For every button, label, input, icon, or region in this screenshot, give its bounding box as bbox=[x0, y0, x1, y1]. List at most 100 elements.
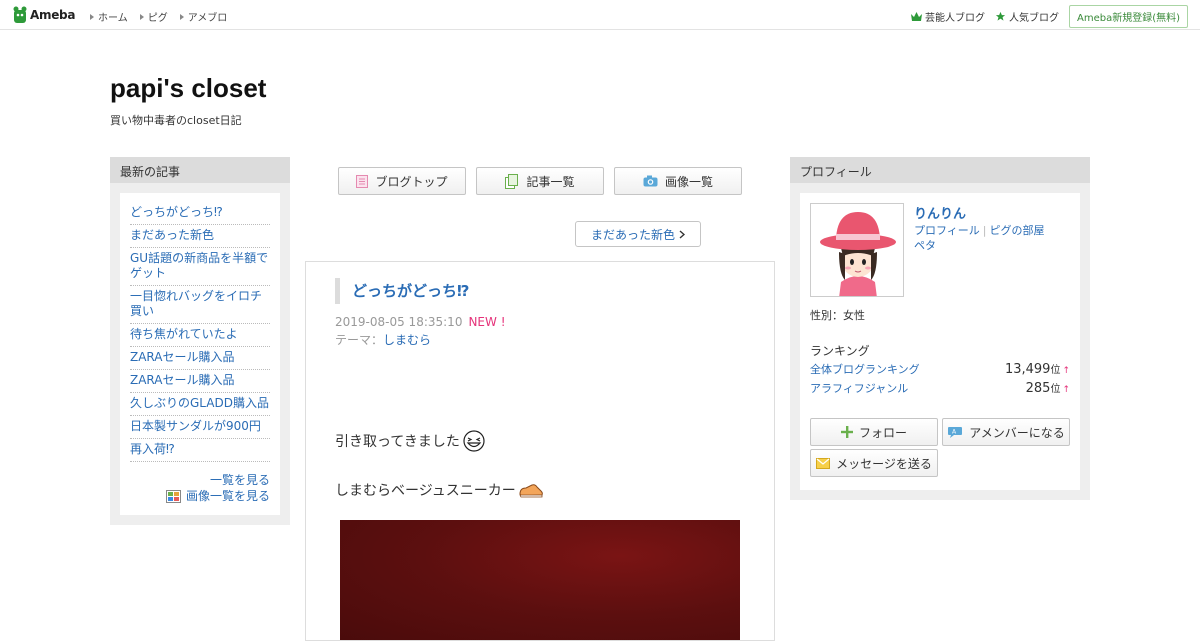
recent-post-link[interactable]: まだあった新色 bbox=[130, 228, 214, 242]
theme-label: テーマ： bbox=[335, 333, 384, 347]
ameba-logo-text: Ameba bbox=[30, 8, 76, 22]
recent-post-link[interactable]: 一目惚れバッグをイロチ買い bbox=[130, 289, 262, 318]
view-list-link[interactable]: 一覧を見る bbox=[210, 472, 270, 488]
nav-ameblo[interactable]: アメブロ bbox=[179, 9, 228, 24]
entry-photo[interactable] bbox=[340, 520, 740, 640]
document-icon bbox=[356, 174, 369, 188]
ranking-unit: 位 bbox=[1050, 384, 1061, 395]
image-list-label: 画像一覧 bbox=[664, 174, 713, 189]
recent-post-link[interactable]: 再入荷⁉ bbox=[130, 442, 175, 456]
popular-blog-label: 人気ブログ bbox=[1008, 13, 1059, 24]
new-badge: NEW ! bbox=[468, 315, 506, 329]
send-message-button[interactable]: メッセージを送る bbox=[810, 449, 938, 477]
recent-post-link[interactable]: 日本製サンダルが900円 bbox=[130, 419, 261, 433]
entry-datetime: 2019-08-05 18:35:10 bbox=[335, 315, 463, 329]
entry-line-1: 引き取ってきました bbox=[335, 430, 486, 452]
camera-icon bbox=[643, 175, 658, 187]
separator: | bbox=[982, 224, 987, 237]
overall-ranking-link[interactable]: 全体ブログランキング bbox=[810, 361, 920, 377]
list-item: 一目惚れバッグをイロチ買い bbox=[130, 286, 270, 324]
recent-posts-body: どっちがどっち⁉ まだあった新色 GU話題の新商品を半額でゲット 一目惚れバッグ… bbox=[120, 193, 280, 515]
recent-post-link[interactable]: どっちがどっち⁉ bbox=[130, 205, 223, 219]
laughing-face-emoji-icon bbox=[463, 430, 485, 452]
ameba-logo[interactable]: Ameba bbox=[13, 6, 75, 24]
entry-list-button[interactable]: 記事一覧 bbox=[476, 167, 604, 195]
profile-name[interactable]: りんりん bbox=[914, 203, 966, 222]
list-item: 久しぶりのGLADD購入品 bbox=[130, 393, 270, 416]
global-header: Ameba ホーム ピグ アメブロ 芸能人ブログ 人気ブログ Ameba新規登録… bbox=[0, 0, 1200, 30]
recent-post-link[interactable]: ZARAセール購入品 bbox=[130, 373, 235, 387]
entry-list-label: 記事一覧 bbox=[526, 174, 575, 189]
genre-ranking-link[interactable]: アラフィフジャンル bbox=[810, 380, 908, 396]
envelope-icon bbox=[816, 457, 831, 469]
profile-body: りんりん プロフィール | ピグの部屋 ペタ 性別：女性 ランキング 全体ブログラン… bbox=[800, 193, 1080, 490]
recent-post-link[interactable]: 待ち焦がれていたよ bbox=[130, 327, 238, 341]
recent-posts-more: 一覧を見る 画像一覧を見る bbox=[130, 472, 270, 504]
list-item: ZARAセール購入品 bbox=[130, 370, 270, 393]
next-entry-button[interactable]: まだあった新色 bbox=[575, 221, 701, 247]
follow-label: フォロー bbox=[858, 425, 907, 440]
ameba-logo-icon bbox=[13, 6, 27, 23]
chevron-right-icon bbox=[679, 229, 685, 239]
amember-label: アメンバーになる bbox=[969, 425, 1065, 440]
celebrity-blog-label: 芸能人ブログ bbox=[924, 13, 985, 24]
profile-link[interactable]: プロフィール bbox=[914, 224, 980, 237]
list-item: GU話題の新商品を半額でゲット bbox=[130, 248, 270, 286]
genre-ranking-value-wrap: 285位 ↑ bbox=[1026, 380, 1070, 396]
overall-ranking-value: 13,499 bbox=[1004, 362, 1051, 377]
documents-icon bbox=[505, 173, 519, 189]
list-item: 再入荷⁉ bbox=[130, 439, 270, 462]
crown-icon bbox=[910, 12, 922, 21]
blog-top-button[interactable]: ブログトップ bbox=[338, 167, 466, 195]
profile-gender: 性別：女性 bbox=[810, 309, 865, 322]
celebrity-blog-link[interactable]: 芸能人ブログ bbox=[910, 9, 985, 24]
ranking-row-genre: アラフィフジャンル 285位 ↑ bbox=[810, 380, 1070, 396]
view-image-list-link[interactable]: 画像一覧を見る bbox=[186, 488, 270, 504]
peta-link[interactable]: ペタ bbox=[914, 239, 936, 252]
profile-heading: プロフィール bbox=[790, 157, 1090, 183]
entry-meta: 2019-08-05 18:35:10 NEW ! bbox=[335, 315, 506, 329]
follow-button[interactable]: フォロー bbox=[810, 418, 938, 446]
nav-ameblo-label: アメブロ bbox=[187, 13, 228, 24]
theme-link[interactable]: しまむら bbox=[383, 333, 431, 347]
rank-up-arrow-icon: ↑ bbox=[1062, 385, 1070, 395]
send-message-label: メッセージを送る bbox=[836, 456, 932, 471]
nav-pigg-label: ピグ bbox=[147, 13, 168, 24]
recent-post-link[interactable]: ZARAセール購入品 bbox=[130, 350, 235, 364]
pigg-room-link[interactable]: ピグの部屋 bbox=[990, 224, 1045, 237]
global-nav: ホーム ピグ アメブロ bbox=[90, 9, 227, 24]
genre-ranking-value: 285 bbox=[1025, 381, 1051, 396]
amember-button[interactable]: A アメンバーになる bbox=[942, 418, 1070, 446]
ranking-heading: ランキング bbox=[810, 344, 870, 358]
profile-widget: プロフィール りんりん プロフィール | ピグの部屋 ペタ 性別：女性 ランキン… bbox=[790, 157, 1090, 500]
register-button[interactable]: Ameba新規登録(無料) bbox=[1068, 5, 1188, 28]
list-item: まだあった新色 bbox=[130, 225, 270, 248]
list-item: ZARAセール購入品 bbox=[130, 347, 270, 370]
speech-bubble-icon: A bbox=[948, 426, 963, 438]
rank-up-arrow-icon: ↑ bbox=[1062, 366, 1070, 376]
blog-nav-buttons: ブログトップ 記事一覧 画像一覧 bbox=[338, 167, 742, 195]
popular-blog-link[interactable]: 人気ブログ bbox=[995, 9, 1059, 24]
entry-line-2: しまむらベージュスニーカー bbox=[335, 480, 544, 500]
avatar[interactable] bbox=[810, 203, 904, 297]
triangle-right-icon bbox=[90, 13, 94, 20]
nav-pigg[interactable]: ピグ bbox=[139, 9, 168, 24]
recent-post-link[interactable]: GU話題の新商品を半額でゲット bbox=[130, 251, 268, 280]
entry-title[interactable]: どっちがどっち⁉ bbox=[335, 278, 469, 304]
nav-home[interactable]: ホーム bbox=[90, 9, 128, 24]
recent-post-link[interactable]: 久しぶりのGLADD購入品 bbox=[130, 396, 269, 410]
next-entry-label: まだあった新色 bbox=[590, 227, 675, 242]
recent-posts-widget: 最新の記事 どっちがどっち⁉ まだあった新色 GU話題の新商品を半額でゲット 一… bbox=[110, 157, 290, 525]
list-item: 待ち焦がれていたよ bbox=[130, 324, 270, 347]
image-list-button[interactable]: 画像一覧 bbox=[614, 167, 742, 195]
list-item: 日本製サンダルが900円 bbox=[130, 416, 270, 439]
blog-description: 買い物中毒者のcloset日記 bbox=[110, 114, 242, 127]
recent-posts-list: どっちがどっち⁉ まだあった新色 GU話題の新商品を半額でゲット 一目惚れバッグ… bbox=[130, 202, 270, 462]
blog-entry: どっちがどっち⁉ 2019-08-05 18:35:10 NEW ! テーマ：しま… bbox=[305, 261, 775, 641]
blog-title[interactable]: papi's closet bbox=[110, 73, 266, 104]
blog-top-label: ブログトップ bbox=[375, 174, 448, 189]
triangle-right-icon bbox=[139, 13, 144, 20]
list-item: どっちがどっち⁉ bbox=[130, 202, 270, 225]
sneaker-emoji-icon bbox=[519, 484, 543, 498]
profile-links: プロフィール | ピグの部屋 ペタ bbox=[914, 223, 1045, 253]
